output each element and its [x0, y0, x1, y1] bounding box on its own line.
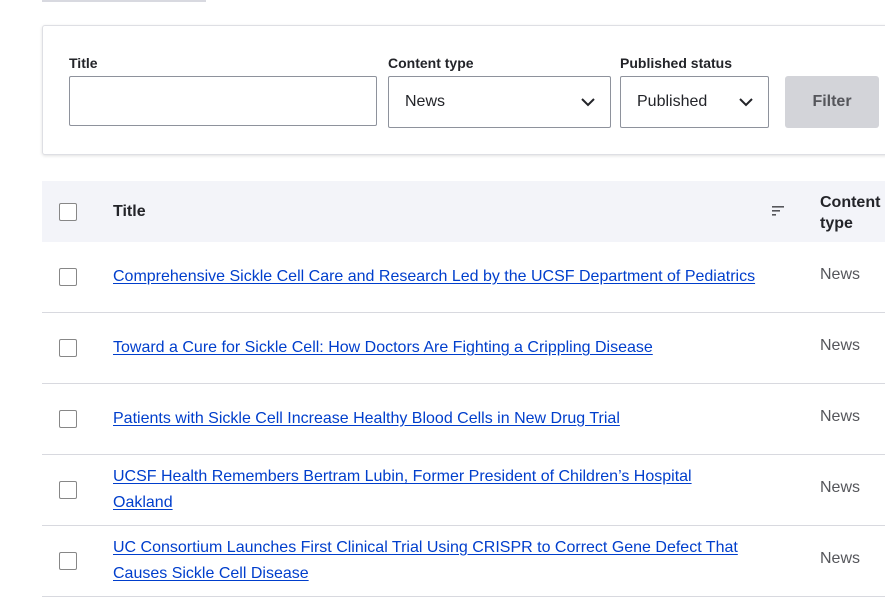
select-all-checkbox[interactable] [59, 203, 77, 221]
row-content-type: News [820, 337, 861, 354]
filter-button[interactable]: Filter [785, 76, 879, 128]
row-title-link[interactable]: UC Consortium Launches First Clinical Tr… [113, 535, 773, 587]
row-checkbox[interactable] [59, 339, 77, 357]
chevron-down-icon [581, 98, 595, 107]
title-filter-input[interactable] [69, 76, 377, 126]
row-title-link[interactable]: Patients with Sickle Cell Increase Healt… [113, 406, 793, 432]
sort-icon[interactable] [771, 205, 785, 217]
row-checkbox[interactable] [59, 552, 77, 570]
table-row: Patients with Sickle Cell Increase Healt… [42, 384, 885, 455]
content-type-select[interactable]: News [388, 76, 611, 128]
row-checkbox[interactable] [59, 410, 77, 428]
row-content-type: News [820, 479, 861, 496]
title-filter-label: Title [69, 55, 98, 71]
row-content-type: News [820, 408, 861, 425]
table-row: UCSF Health Remembers Bertram Lubin, For… [42, 455, 885, 526]
content-type-label: Content type [388, 55, 474, 71]
row-content-type: News [820, 266, 861, 283]
chevron-down-icon [739, 98, 753, 107]
row-title-link[interactable]: Toward a Cure for Sickle Cell: How Docto… [113, 335, 793, 361]
published-status-selected-value: Published [637, 93, 708, 110]
published-status-select[interactable]: Published [620, 76, 769, 128]
published-status-label: Published status [620, 55, 733, 71]
row-checkbox[interactable] [59, 268, 77, 286]
content-type-selected-value: News [405, 93, 446, 110]
row-content-type: News [820, 550, 861, 567]
column-header-content-type[interactable]: Content type [820, 192, 885, 234]
table-header: Title Content type [42, 181, 885, 242]
table-row: Toward a Cure for Sickle Cell: How Docto… [42, 313, 885, 384]
content-table: Title Content type Comprehensive Sickle … [42, 181, 885, 597]
top-divider [42, 0, 206, 2]
row-title-link[interactable]: UCSF Health Remembers Bertram Lubin, For… [113, 464, 753, 516]
filter-panel: Title Content type News Published status… [42, 25, 885, 155]
table-row: Comprehensive Sickle Cell Care and Resea… [42, 242, 885, 313]
column-header-title[interactable]: Title [113, 203, 146, 221]
table-row: UC Consortium Launches First Clinical Tr… [42, 526, 885, 597]
row-title-link[interactable]: Comprehensive Sickle Cell Care and Resea… [113, 264, 793, 290]
row-checkbox[interactable] [59, 481, 77, 499]
